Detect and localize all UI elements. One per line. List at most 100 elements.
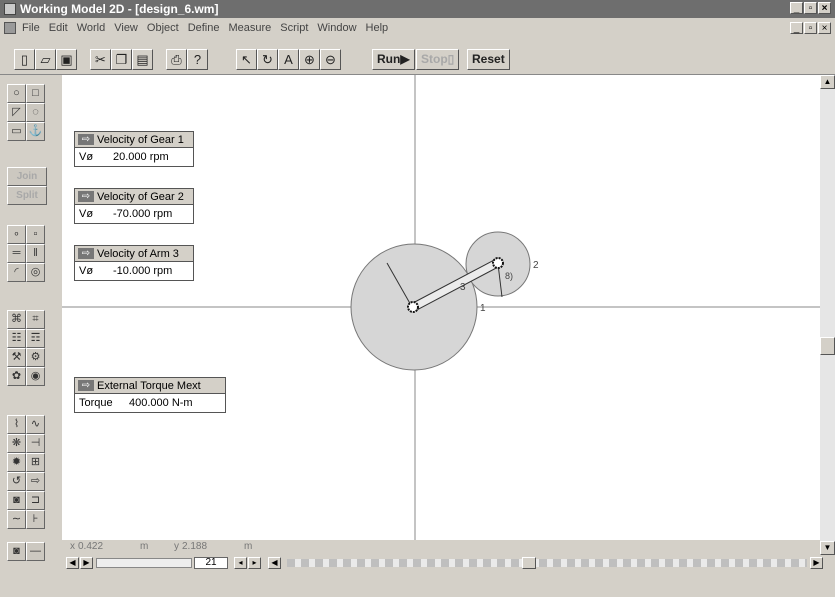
scroll-down-icon[interactable]: ▼	[820, 541, 835, 555]
menu-view[interactable]: View	[114, 22, 138, 34]
anchor-tool-icon[interactable]: ⚓	[26, 122, 45, 141]
menu-world[interactable]: World	[77, 22, 106, 34]
pointer-icon[interactable]: ↖	[236, 49, 257, 70]
rope-tool-icon[interactable]: ⌘	[7, 310, 26, 329]
arrow-right-icon[interactable]: ⇨	[78, 380, 94, 391]
pin-joint-1[interactable]	[407, 301, 419, 313]
menu-measure[interactable]: Measure	[228, 22, 271, 34]
curved-body-tool-icon[interactable]: ◌	[26, 103, 45, 122]
scroll-right-icon[interactable]: ▶	[810, 557, 823, 569]
curved-slot-icon[interactable]: ◜	[7, 263, 26, 282]
x-coord-unit: m	[140, 541, 149, 552]
new-file-icon[interactable]: ▯	[14, 49, 35, 70]
step-forward-icon[interactable]: ▸	[248, 557, 261, 569]
motor-joint-icon[interactable]: ◙	[7, 491, 26, 510]
meter-velocity-gear-1[interactable]: ⇨ Velocity of Gear 1 Vø 20.000 rpm	[74, 131, 194, 167]
rotate-icon[interactable]: ↻	[257, 49, 278, 70]
stop-button[interactable]: Stop▯	[416, 49, 460, 70]
rotational-damper-icon[interactable]: ⊣	[26, 434, 45, 453]
force-tool-icon[interactable]: ⇨	[26, 472, 45, 491]
join-button[interactable]: Join	[7, 167, 47, 186]
paste-icon[interactable]: ▤	[132, 49, 153, 70]
horizontal-scroll-thumb[interactable]	[522, 557, 536, 569]
menu-file[interactable]: File	[22, 22, 40, 34]
tape-back-icon[interactable]: ▶	[80, 557, 93, 569]
text-icon[interactable]: A	[278, 49, 299, 70]
linear-actuator-icon[interactable]: ⊐	[26, 491, 45, 510]
menu-define[interactable]: Define	[188, 22, 220, 34]
square-tool-icon[interactable]: □	[26, 84, 45, 103]
y-coord-value: 2.188	[182, 541, 208, 552]
open-icon[interactable]: ▱	[35, 49, 56, 70]
zoom-in-icon[interactable]: ⊕	[299, 49, 320, 70]
rotational-spring-icon[interactable]: ❋	[7, 434, 26, 453]
arrow-right-icon[interactable]: ⇨	[78, 248, 94, 259]
arm-3-number: 3	[460, 282, 466, 293]
vertical-scrollbar[interactable]: ▲ ▼	[820, 75, 835, 555]
gear-chain-tool-icon[interactable]: ☶	[26, 329, 45, 348]
menu-help[interactable]: Help	[366, 22, 389, 34]
point-tool-icon[interactable]: ∘	[7, 225, 26, 244]
app-icon	[4, 3, 16, 15]
frame-counter: 21	[194, 557, 228, 569]
split-button[interactable]: Split	[7, 186, 47, 205]
actuator-tool-icon[interactable]: ⊞	[26, 453, 45, 472]
meter-value: 400.000 N-m	[129, 397, 193, 409]
circle-tool-icon[interactable]: ○	[7, 84, 26, 103]
pin-joint-2[interactable]	[492, 257, 504, 269]
minimize-button[interactable]: _	[790, 2, 803, 14]
menu-script[interactable]: Script	[280, 22, 308, 34]
rod-tool-icon[interactable]: ⚒	[7, 348, 26, 367]
doc-minimize-button[interactable]: _	[790, 22, 803, 34]
linear-damper-icon[interactable]: ⊦	[26, 510, 45, 529]
help-icon[interactable]: ?	[187, 49, 208, 70]
pulley-tool-icon[interactable]: ☷	[7, 329, 26, 348]
menu-object[interactable]: Object	[147, 22, 179, 34]
separator-tool-icon[interactable]: ⌗	[26, 310, 45, 329]
meter-external-torque[interactable]: ⇨ External Torque Mext Torque 400.000 N-m	[74, 377, 226, 413]
gears-tool-icon[interactable]: ◉	[26, 367, 45, 386]
print-icon[interactable]: ⎙	[166, 49, 187, 70]
zoom-out-icon[interactable]: ⊖	[320, 49, 341, 70]
document-icon[interactable]	[4, 22, 16, 34]
cut-icon[interactable]: ✂	[90, 49, 111, 70]
damper-tool-icon[interactable]: ∿	[26, 415, 45, 434]
separator-line-icon[interactable]: —	[26, 542, 45, 561]
rectangle-tool-icon[interactable]: ▭	[7, 122, 26, 141]
copy-icon[interactable]: ❐	[111, 49, 132, 70]
step-back-icon[interactable]: ◂	[234, 557, 247, 569]
meter-velocity-gear-2[interactable]: ⇨ Velocity of Gear 2 Vø -70.000 rpm	[74, 188, 194, 224]
motor-tool-icon[interactable]: ✹	[7, 453, 26, 472]
menu-window[interactable]: Window	[317, 22, 356, 34]
polygon-tool-icon[interactable]: ◸	[7, 103, 26, 122]
horizontal-scroll-track[interactable]	[287, 559, 807, 567]
horizontal-slot-icon[interactable]: ═	[7, 244, 26, 263]
vertical-slot-icon[interactable]: ‖	[26, 244, 45, 263]
arrow-right-icon[interactable]: ⇨	[78, 191, 94, 202]
reset-button[interactable]: Reset	[467, 49, 510, 70]
rope-end-icon[interactable]: ◙	[7, 542, 26, 561]
spring-joint-icon[interactable]: ⚙	[26, 348, 45, 367]
doc-close-button[interactable]: ×	[818, 22, 831, 34]
scroll-up-icon[interactable]: ▲	[820, 75, 835, 89]
tape-start-icon[interactable]: ◀	[66, 557, 79, 569]
keyed-slot-icon[interactable]: ◎	[26, 263, 45, 282]
maximize-button[interactable]: ▫	[804, 2, 817, 14]
scroll-left-icon[interactable]: ◀	[268, 557, 281, 569]
close-button[interactable]: ×	[818, 2, 831, 14]
meter-velocity-arm-3[interactable]: ⇨ Velocity of Arm 3 Vø -10.000 rpm	[74, 245, 194, 281]
spring-tool-icon[interactable]: ⌇	[7, 415, 26, 434]
workspace-canvas[interactable]: 1 2 3 8) ⇨ Velocity of Gear 1 Vø 20.000 rp…	[62, 75, 820, 540]
run-button[interactable]: Run▶	[372, 49, 415, 70]
menu-edit[interactable]: Edit	[49, 22, 68, 34]
linear-spring-icon[interactable]: ∼	[7, 510, 26, 529]
arrow-right-icon[interactable]: ⇨	[78, 134, 94, 145]
doc-restore-button[interactable]: ▫	[804, 22, 817, 34]
vertical-scroll-thumb[interactable]	[820, 337, 835, 355]
gear-tool-icon[interactable]: ✿	[7, 367, 26, 386]
torque-tool-icon[interactable]: ↺	[7, 472, 26, 491]
tape-slider[interactable]	[96, 558, 192, 568]
meter-label: Torque	[79, 397, 113, 409]
square-point-tool-icon[interactable]: ▫	[26, 225, 45, 244]
save-icon[interactable]: ▣	[56, 49, 77, 70]
